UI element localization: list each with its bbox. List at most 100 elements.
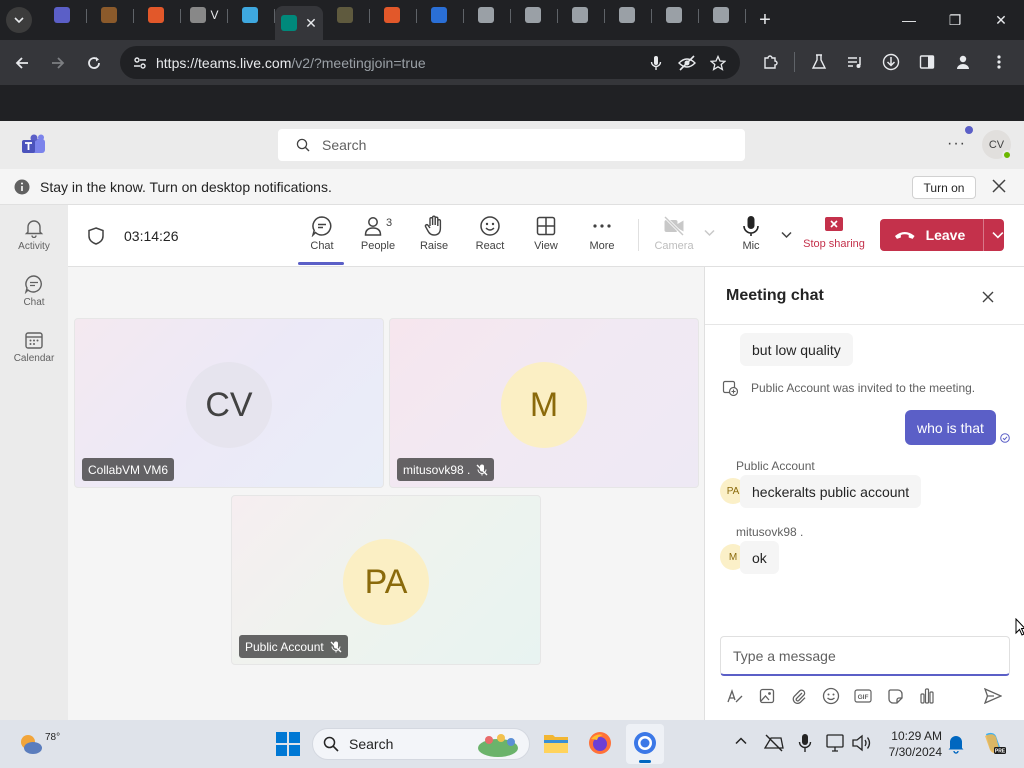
chat-label: Chat xyxy=(310,240,334,252)
raise-hand-button[interactable]: Raise xyxy=(406,215,462,263)
message-compose-box[interactable]: Type a message xyxy=(720,636,1010,676)
browser-tab[interactable] xyxy=(323,0,370,30)
browser-tab[interactable] xyxy=(699,0,746,30)
site-info-icon[interactable] xyxy=(132,55,148,71)
emoji-button[interactable] xyxy=(820,685,842,707)
minimize-button[interactable]: — xyxy=(886,0,932,40)
browser-tab[interactable] xyxy=(228,0,275,30)
weather-widget[interactable]: 78° xyxy=(18,732,60,756)
chat-button[interactable]: Chat xyxy=(294,215,350,263)
browser-tab[interactable] xyxy=(652,0,699,30)
side-panel-button[interactable] xyxy=(909,44,945,80)
microphone-in-use-icon[interactable] xyxy=(798,733,812,753)
start-button[interactable] xyxy=(276,732,300,756)
user-avatar[interactable]: CV xyxy=(982,130,1012,160)
rail-item-activity[interactable]: Activity xyxy=(0,207,68,263)
format-button[interactable] xyxy=(724,685,746,707)
browser-tab[interactable] xyxy=(511,0,558,30)
stop-sharing-button[interactable]: Stop sharing xyxy=(800,215,868,263)
forward-button[interactable] xyxy=(40,45,76,81)
stop-sharing-icon xyxy=(825,217,843,231)
clock-time: 10:29 AM xyxy=(891,729,942,743)
participant-name-tag: Public Account xyxy=(239,635,348,658)
view-button[interactable]: View xyxy=(518,215,574,263)
participant-added-icon xyxy=(722,380,738,396)
chrome-taskbar-button[interactable] xyxy=(626,724,664,764)
tab-search-button[interactable] xyxy=(6,7,32,33)
address-bar[interactable]: https://teams.live.com/v2/?meetingjoin=t… xyxy=(120,46,740,79)
image-button[interactable] xyxy=(756,685,778,707)
svg-text:PRE: PRE xyxy=(995,749,1006,755)
participant-tile-m[interactable]: M mitusovk98 . xyxy=(389,318,699,488)
close-tab-icon[interactable]: ✕ xyxy=(305,15,317,32)
notification-bell-icon[interactable] xyxy=(948,734,964,754)
firefox-icon[interactable] xyxy=(588,731,612,755)
clock[interactable]: 10:29 AM 7/30/2024 xyxy=(880,728,942,760)
chevron-down-icon[interactable] xyxy=(992,231,1004,239)
rail-label-activity: Activity xyxy=(18,241,50,252)
browser-tab[interactable] xyxy=(87,0,134,30)
camera-button[interactable]: Camera xyxy=(646,215,702,263)
taskbar-search-box[interactable]: Search xyxy=(312,728,530,760)
meeting-info-button[interactable] xyxy=(88,227,104,245)
close-window-button[interactable]: ✕ xyxy=(978,0,1024,40)
browser-tab[interactable] xyxy=(464,0,511,30)
people-button[interactable]: 3 People xyxy=(350,215,406,263)
person-icon xyxy=(957,55,969,69)
react-button[interactable]: React xyxy=(462,215,518,263)
minimize-icon: — xyxy=(902,12,916,28)
browser-tab[interactable] xyxy=(558,0,605,30)
browser-tab[interactable] xyxy=(605,0,652,30)
turn-on-notifications-button[interactable]: Turn on xyxy=(912,176,976,199)
labs-button[interactable] xyxy=(801,44,837,80)
attach-button[interactable] xyxy=(788,685,810,707)
rail-item-chat[interactable]: Chat xyxy=(0,263,68,319)
back-button[interactable] xyxy=(4,45,40,81)
gif-button[interactable]: GIF xyxy=(852,685,874,707)
sticker-button[interactable] xyxy=(884,685,906,707)
poll-button[interactable] xyxy=(916,685,938,707)
teams-search-box[interactable]: Search xyxy=(278,129,745,161)
eye-off-icon[interactable] xyxy=(678,54,696,71)
browser-menu-button[interactable] xyxy=(981,44,1017,80)
chat-panel-title: Meeting chat xyxy=(726,286,824,304)
browser-tab[interactable] xyxy=(370,0,417,30)
browser-tab[interactable] xyxy=(134,0,181,30)
reload-button[interactable] xyxy=(76,45,112,81)
leave-button[interactable]: Leave xyxy=(880,219,1004,251)
stop-sharing-label: Stop sharing xyxy=(803,238,865,250)
teams-logo-icon[interactable] xyxy=(22,134,46,156)
media-control-button[interactable] xyxy=(837,44,873,80)
browser-tab[interactable] xyxy=(417,0,464,30)
meeting-timer: 03:14:26 xyxy=(124,228,179,244)
meeting-stage: CV CollabVM VM6 M mitusovk98 . PA Public… xyxy=(68,267,704,720)
new-tab-button[interactable]: + xyxy=(750,9,780,32)
close-chat-button[interactable] xyxy=(982,291,994,303)
more-button[interactable]: More xyxy=(574,215,630,263)
settings-more-button[interactable]: ··· xyxy=(947,135,966,153)
profile-button[interactable] xyxy=(945,44,981,80)
network-offline-icon[interactable] xyxy=(764,734,784,752)
star-icon[interactable] xyxy=(710,54,726,71)
mic-options-button[interactable] xyxy=(781,231,792,239)
volume-icon[interactable] xyxy=(852,734,872,752)
restore-button[interactable]: ❐ xyxy=(932,0,978,40)
display-icon[interactable] xyxy=(826,734,846,752)
dismiss-notification-button[interactable] xyxy=(992,179,1006,193)
downloads-button[interactable] xyxy=(873,44,909,80)
participant-tile-pa[interactable]: PA Public Account xyxy=(231,495,541,665)
show-hidden-icons-button[interactable] xyxy=(735,737,747,745)
microphone-icon[interactable] xyxy=(648,55,664,71)
participant-tile-cv[interactable]: CV CollabVM VM6 xyxy=(74,318,384,488)
rail-item-calendar[interactable]: Calendar xyxy=(0,319,68,375)
mic-button[interactable]: Mic xyxy=(723,215,779,263)
read-receipt-icon xyxy=(1000,433,1010,443)
copilot-icon[interactable]: PRE xyxy=(980,730,1006,756)
browser-tab[interactable] xyxy=(40,0,87,30)
file-explorer-icon[interactable] xyxy=(543,732,569,754)
extensions-button[interactable] xyxy=(752,44,788,80)
browser-tab[interactable]: ✕ xyxy=(275,6,323,40)
browser-tab[interactable]: V xyxy=(181,0,228,30)
camera-options-button[interactable] xyxy=(704,229,715,237)
send-button[interactable] xyxy=(982,685,1004,707)
